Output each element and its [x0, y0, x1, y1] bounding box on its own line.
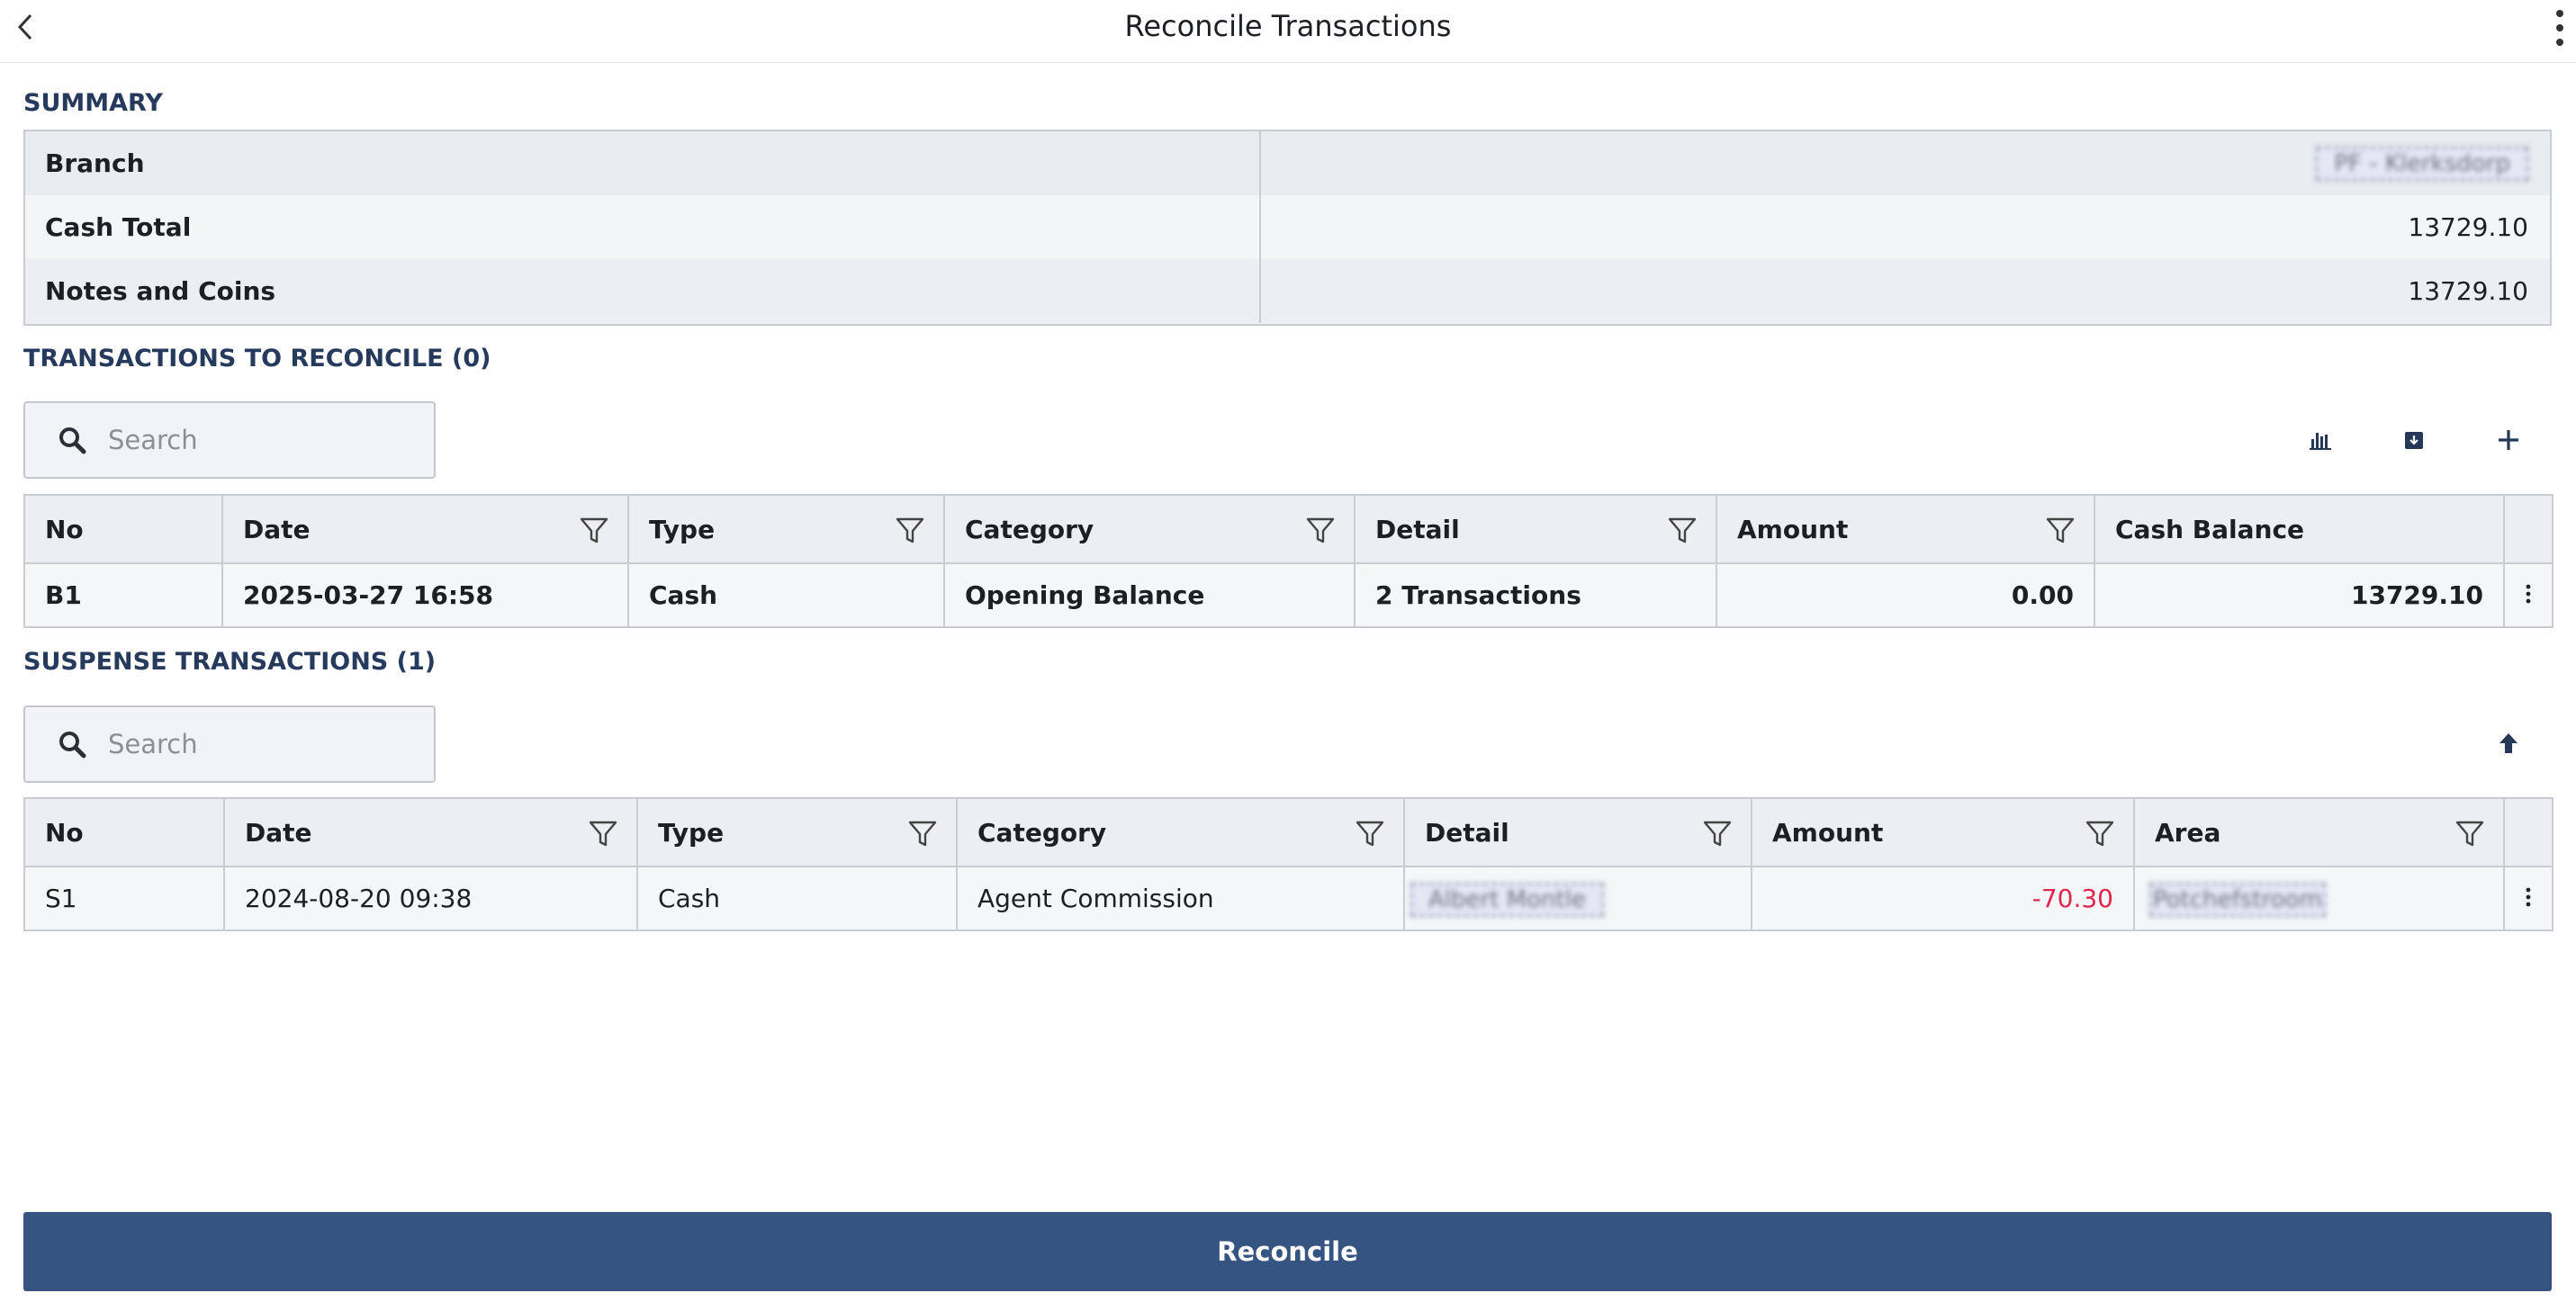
cell-category: Agent Commission	[956, 866, 1405, 931]
summary-table: Branch PF - Klerksdorp Cash Total 13729.…	[23, 130, 2552, 326]
column-header-no: No	[23, 797, 225, 867]
filter-icon[interactable]	[2045, 516, 2076, 546]
column-header-actions	[2503, 797, 2553, 867]
plus-icon	[2499, 430, 2518, 450]
table-row[interactable]: B1 2025-03-27 16:58 Cash Opening Balance…	[23, 562, 2553, 628]
filter-icon[interactable]	[2454, 819, 2485, 849]
top-bar: Reconcile Transactions	[0, 0, 2576, 63]
column-header-no: No	[23, 494, 223, 564]
add-button[interactable]	[2485, 417, 2532, 463]
filter-icon[interactable]	[907, 819, 938, 849]
summary-label: Cash Total	[25, 195, 1261, 259]
column-header-area: Area	[2133, 797, 2505, 867]
filter-icon[interactable]	[588, 819, 618, 849]
table-row[interactable]: S1 2024-08-20 09:38 Cash Agent Commissio…	[23, 866, 2553, 931]
cell-type: Cash	[627, 562, 945, 628]
detail-value: Albert Montle	[1410, 883, 1604, 917]
column-header-category: Category	[943, 494, 1356, 564]
notes-coins-value: 13729.10	[2408, 276, 2528, 306]
filter-icon[interactable]	[1305, 516, 1336, 546]
kebab-icon	[2526, 584, 2531, 604]
cell-area: Potchefstroom	[2133, 866, 2505, 931]
suspense-section-title: SUSPENSE TRANSACTIONS (1)	[23, 648, 437, 676]
column-header-date: Date	[223, 797, 638, 867]
page-title: Reconcile Transactions	[1124, 9, 1452, 43]
cell-date: 2024-08-20 09:38	[223, 866, 638, 931]
column-header-amount: Amount	[1751, 797, 2135, 867]
more-options-button[interactable]	[2547, 4, 2572, 52]
filter-icon[interactable]	[579, 516, 609, 546]
row-actions-button[interactable]	[2503, 562, 2553, 628]
summary-label: Branch	[25, 131, 1261, 195]
kebab-icon	[2526, 887, 2531, 907]
reconcile-section-title: TRANSACTIONS TO RECONCILE (0)	[23, 345, 491, 373]
summary-row-branch: Branch PF - Klerksdorp	[25, 131, 2550, 195]
search-icon	[59, 427, 86, 454]
area-value: Potchefstroom	[2149, 883, 2326, 917]
archive-button[interactable]	[2391, 417, 2437, 463]
cell-date: 2025-03-27 16:58	[221, 562, 629, 628]
cell-detail: Albert Montle	[1403, 866, 1752, 931]
column-header-amount: Amount	[1716, 494, 2095, 564]
suspense-search-input[interactable]	[106, 728, 416, 760]
upload-button[interactable]	[2485, 720, 2532, 767]
reconcile-search-input[interactable]	[106, 424, 416, 456]
reconcile-search-box[interactable]	[23, 401, 436, 479]
row-actions-button[interactable]	[2503, 866, 2553, 931]
filter-icon[interactable]	[1667, 516, 1698, 546]
filter-icon[interactable]	[2085, 819, 2115, 849]
cell-no: S1	[23, 866, 225, 931]
cash-total-value: 13729.10	[2408, 212, 2528, 242]
cell-amount: -70.30	[1751, 866, 2135, 931]
bar-chart-icon	[2310, 433, 2331, 450]
search-icon	[59, 732, 86, 759]
branch-value: PF - Klerksdorp	[2316, 146, 2528, 181]
table-header: No Date Type Category Detail Amount Area	[23, 797, 2553, 867]
cell-category: Opening Balance	[943, 562, 1356, 628]
stats-button[interactable]	[2297, 417, 2344, 463]
download-box-icon	[2405, 432, 2423, 449]
cell-amount: 0.00	[1716, 562, 2095, 628]
cell-detail: 2 Transactions	[1354, 562, 1717, 628]
filter-icon[interactable]	[1355, 819, 1385, 849]
column-header-detail: Detail	[1354, 494, 1717, 564]
cell-type: Cash	[636, 866, 958, 931]
column-header-type: Type	[627, 494, 945, 564]
reconcile-button[interactable]: Reconcile	[23, 1212, 2552, 1291]
summary-title: SUMMARY	[23, 89, 163, 117]
cell-cash-balance: 13729.10	[2094, 562, 2505, 628]
filter-icon[interactable]	[1702, 819, 1733, 849]
kebab-icon	[2556, 10, 2563, 46]
column-header-actions	[2503, 494, 2553, 564]
summary-row-notes-coins: Notes and Coins 13729.10	[25, 259, 2550, 323]
table-header: No Date Type Category Detail Amount Cash…	[23, 494, 2553, 564]
summary-row-cash-total: Cash Total 13729.10	[25, 195, 2550, 259]
column-header-detail: Detail	[1403, 797, 1752, 867]
reconcile-table: No Date Type Category Detail Amount Cash…	[23, 494, 2553, 628]
suspense-table: No Date Type Category Detail Amount Area…	[23, 797, 2553, 931]
suspense-search-box[interactable]	[23, 705, 436, 783]
column-header-date: Date	[221, 494, 629, 564]
upload-arrow-icon	[2499, 733, 2517, 753]
summary-label: Notes and Coins	[25, 259, 1261, 323]
column-header-category: Category	[956, 797, 1405, 867]
column-header-type: Type	[636, 797, 958, 867]
cell-no: B1	[23, 562, 223, 628]
column-header-cash-balance: Cash Balance	[2094, 494, 2505, 564]
filter-icon[interactable]	[895, 516, 925, 546]
